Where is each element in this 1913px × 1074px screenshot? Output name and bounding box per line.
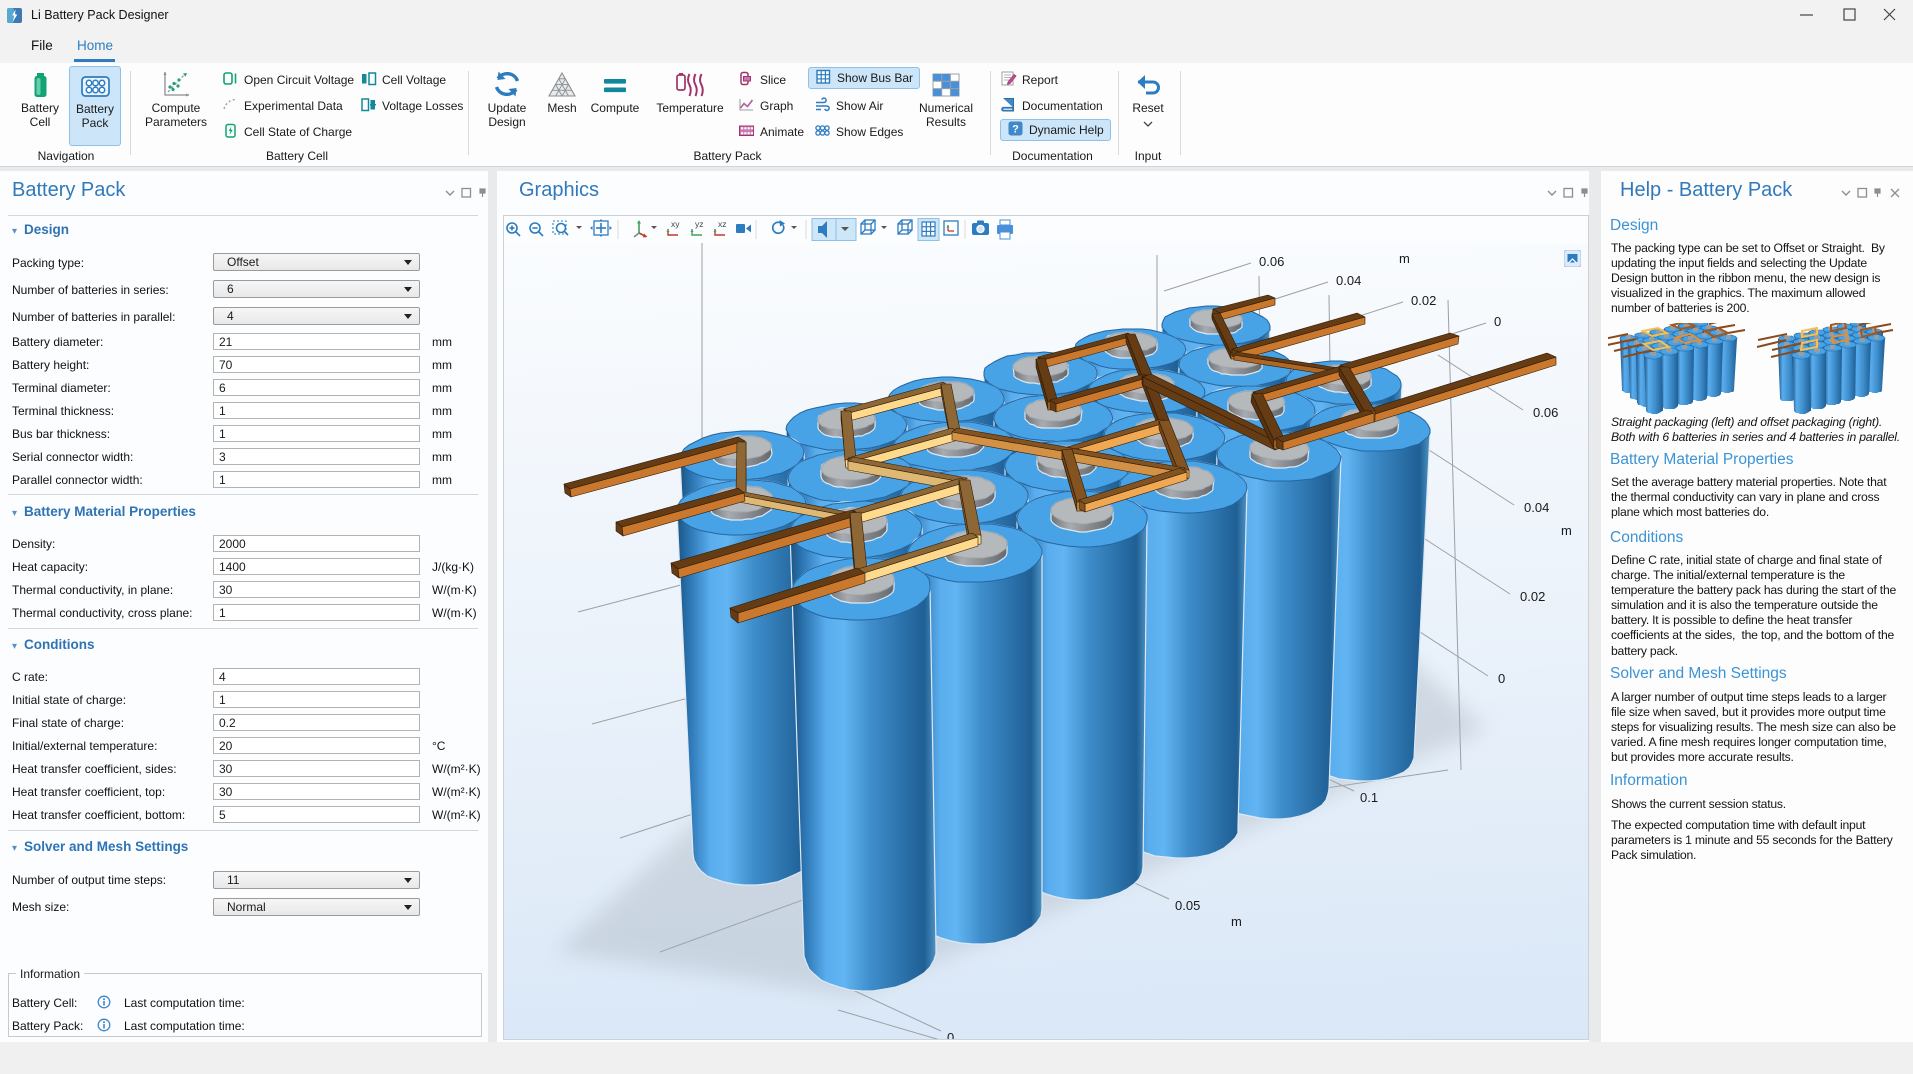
- svg-text:0.1: 0.1: [1360, 790, 1378, 805]
- svg-text:?: ?: [1012, 124, 1019, 136]
- svg-text:xz: xz: [718, 219, 727, 229]
- svg-text:m: m: [1399, 251, 1410, 266]
- svg-text:yz: yz: [695, 219, 704, 229]
- svg-text:0.04: 0.04: [1336, 273, 1361, 288]
- svg-text:0.02: 0.02: [1411, 293, 1436, 308]
- svg-text:0.04: 0.04: [1524, 500, 1549, 515]
- svg-text:m: m: [1231, 914, 1242, 929]
- svg-text:0: 0: [947, 1030, 954, 1039]
- svg-text:0.05: 0.05: [1175, 898, 1200, 913]
- svg-text:0: 0: [1498, 671, 1505, 686]
- svg-text:m: m: [1561, 523, 1572, 538]
- svg-text:0.06: 0.06: [1259, 254, 1284, 269]
- svg-text:0.06: 0.06: [1533, 405, 1558, 420]
- svg-text:0.02: 0.02: [1520, 589, 1545, 604]
- svg-text:0: 0: [1494, 314, 1501, 329]
- svg-text:xy: xy: [671, 219, 680, 229]
